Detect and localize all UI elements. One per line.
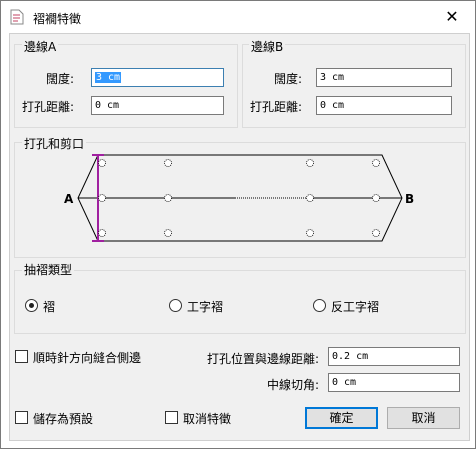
- hole-2-bottom: [164, 229, 172, 237]
- dialog-body: 邊線A 闊度: 3 cm 打孔距離: 0 cm 邊線B 闊度: 3 cm 打孔距…: [9, 33, 470, 441]
- clockwise-label[interactable]: 順時針方向縫合側邊: [33, 349, 141, 366]
- cancel-feature-label[interactable]: 取消特徵: [183, 410, 231, 427]
- clockwise-checkbox[interactable]: [15, 350, 28, 363]
- dialog-window: 褶襉特徵 ✕ 邊線A 闊度: 3 cm 打孔距離: 0 cm 邊線B 闊度: 3…: [0, 0, 476, 449]
- hole-4-mid: [372, 194, 380, 202]
- pleat-type-group: [14, 270, 466, 334]
- cancel-feature-checkbox[interactable]: [165, 411, 178, 424]
- center-notch-input[interactable]: 0 cm: [328, 373, 460, 392]
- center-notch-label: 中線切角:: [267, 378, 320, 392]
- radio-pleat-label[interactable]: 褶: [43, 298, 55, 315]
- diagram-label-b: B: [405, 192, 415, 206]
- edge-b-width-input[interactable]: 3 cm: [316, 68, 452, 87]
- edge-a-title: 邊線A: [22, 38, 59, 55]
- document-icon: [10, 9, 24, 25]
- pleat-diagram: [77, 154, 403, 242]
- hole-3-bottom: [306, 229, 314, 237]
- hole-a-mid: [98, 194, 106, 202]
- title-bar: 褶襉特徵 ✕: [1, 1, 475, 33]
- hole-2-top: [164, 159, 172, 167]
- hole-a-top: [98, 159, 106, 167]
- hole-3-mid: [306, 194, 314, 202]
- radio-pleat[interactable]: [25, 299, 38, 312]
- radio-inverted-box-pleat-label[interactable]: 反工字褶: [331, 298, 379, 315]
- save-default-checkbox[interactable]: [15, 411, 28, 424]
- edge-a-width-value: 3 cm: [95, 72, 122, 83]
- radio-box-pleat-label[interactable]: 工字褶: [187, 298, 223, 315]
- edge-b-hole-input[interactable]: 0 cm: [316, 96, 452, 115]
- hole-position-input[interactable]: 0.2 cm: [328, 347, 460, 366]
- edge-b-title: 邊線B: [249, 38, 286, 55]
- edge-a-hole-input[interactable]: 0 cm: [91, 96, 224, 115]
- diagram-label-a: A: [64, 192, 74, 206]
- radio-pleat-dot: [29, 303, 34, 308]
- edge-a-width-label: 闊度:: [46, 72, 75, 86]
- radio-box-pleat[interactable]: [169, 299, 182, 312]
- hole-4-bottom: [372, 229, 380, 237]
- edge-a-hole-label: 打孔距離:: [22, 100, 75, 114]
- hole-2-mid: [164, 194, 172, 202]
- close-icon[interactable]: ✕: [442, 7, 462, 27]
- hole-position-label: 打孔位置與邊線距離:: [207, 352, 320, 366]
- hole-3-top: [306, 159, 314, 167]
- radio-inverted-box-pleat[interactable]: [313, 299, 326, 312]
- ok-button[interactable]: 確定: [305, 407, 378, 429]
- edge-a-width-input[interactable]: 3 cm: [91, 68, 224, 87]
- hole-a-bottom: [98, 229, 106, 237]
- edge-b-width-label: 闊度:: [274, 72, 303, 86]
- save-default-label[interactable]: 儲存為預設: [33, 410, 93, 427]
- cancel-button[interactable]: 取消: [387, 407, 460, 429]
- hole-4-top: [372, 159, 380, 167]
- window-title: 褶襉特徵: [33, 12, 82, 26]
- pleat-type-title: 抽褶類型: [22, 261, 75, 278]
- edge-b-hole-label: 打孔距離:: [250, 100, 303, 114]
